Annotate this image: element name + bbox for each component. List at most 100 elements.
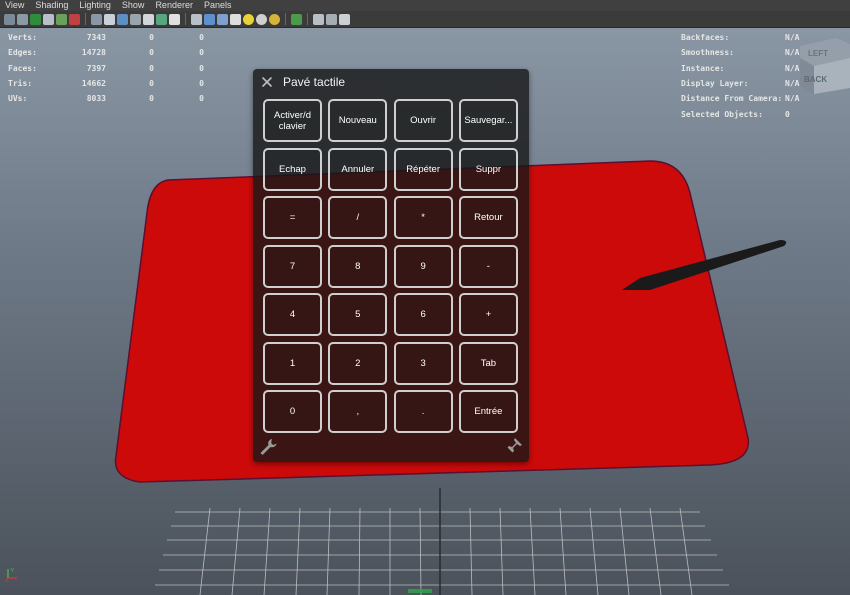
key-undo[interactable]: Annuler: [328, 147, 388, 191]
hud-backfaces-row: Backfaces: N/A: [681, 30, 799, 45]
key-plus[interactable]: +: [458, 293, 518, 336]
hud-label: Instance:: [681, 63, 725, 73]
lock-camera-icon[interactable]: [17, 13, 28, 25]
key-save[interactable]: Sauvegar...: [458, 99, 518, 142]
bookmarks-icon[interactable]: [30, 13, 41, 25]
safe-action-icon[interactable]: [156, 13, 167, 25]
select-camera-icon[interactable]: [4, 13, 15, 25]
panel-title: Pavé tactile: [283, 75, 346, 89]
key-3[interactable]: 3: [393, 341, 453, 385]
2d-pan-zoom-icon[interactable]: [56, 13, 67, 25]
wrench-icon[interactable]: [258, 437, 278, 457]
key-9[interactable]: 9: [393, 244, 453, 288]
hud-edges-row: Edges: 14728 0 0: [8, 45, 204, 60]
isolate-select-icon[interactable]: [291, 13, 302, 25]
toolbar-divider: [85, 13, 86, 25]
hud-label: Verts:: [8, 33, 37, 43]
key-escape[interactable]: Echap: [263, 147, 322, 191]
hud-label: Faces:: [8, 63, 37, 73]
xray-joints-icon[interactable]: [326, 13, 337, 25]
grid-icon[interactable]: [91, 13, 102, 25]
key-2[interactable]: 2: [328, 341, 388, 385]
hud-tris-row: Tris: 14662 0 0: [8, 76, 204, 91]
menu-renderer[interactable]: Renderer: [150, 0, 199, 11]
key-minus[interactable]: -: [458, 244, 518, 288]
toolbar-divider: [285, 13, 286, 25]
hud-value: 14728: [81, 48, 106, 58]
view-cube-front-label: BACK: [804, 75, 827, 84]
hud-value: 0: [199, 63, 204, 73]
key-6[interactable]: 6: [393, 293, 453, 336]
hud-instance-row: Instance: N/A: [681, 61, 799, 76]
key-divide[interactable]: /: [328, 196, 388, 239]
origin-marker: [408, 589, 432, 593]
hud-value: 0: [149, 63, 154, 73]
keypad: Activer/d clavier Nouveau Ouvrir Sauvega…: [263, 99, 519, 433]
hud-label: Display Layer:: [681, 79, 749, 89]
view-cube[interactable]: LEFT BACK: [796, 36, 850, 94]
close-icon[interactable]: [261, 76, 273, 88]
panel-header[interactable]: Pavé tactile: [253, 69, 529, 95]
key-redo[interactable]: Répéter: [393, 147, 453, 191]
resolution-gate-icon[interactable]: [117, 13, 128, 25]
hud-value: 0: [199, 79, 204, 89]
key-new[interactable]: Nouveau: [328, 99, 388, 142]
key-4[interactable]: 4: [263, 293, 322, 336]
key-0[interactable]: 0: [263, 390, 322, 433]
key-delete[interactable]: Suppr: [458, 147, 518, 191]
film-gate-icon[interactable]: [104, 13, 115, 25]
key-5[interactable]: 5: [328, 293, 388, 336]
toolbar-divider: [185, 13, 186, 25]
gate-mask-icon[interactable]: [130, 13, 141, 25]
ground-grid: [155, 488, 729, 595]
poly-count-hud: Verts: 7343 0 0 Edges: 14728 0 0 Faces: …: [8, 30, 204, 106]
toolbar-divider: [307, 13, 308, 25]
object-details-hud: Backfaces: N/A Smoothness: N/A Instance:…: [681, 30, 799, 122]
key-equals[interactable]: =: [263, 196, 322, 239]
hud-label: Backfaces:: [681, 33, 730, 43]
menu-show[interactable]: Show: [117, 0, 151, 11]
key-tab[interactable]: Tab: [458, 341, 518, 385]
menu-panels[interactable]: Panels: [199, 0, 238, 11]
key-comma[interactable]: ,: [328, 390, 388, 433]
hud-value: 7397: [86, 63, 106, 73]
pin-icon[interactable]: [505, 437, 523, 455]
ambient-occlusion-icon[interactable]: [269, 13, 280, 25]
view-cube-top-label: LEFT: [808, 49, 828, 58]
wireframe-icon[interactable]: [191, 13, 202, 25]
hud-distance-row: Distance From Camera: N/A: [681, 91, 799, 106]
hud-display-layer-row: Display Layer: N/A: [681, 76, 799, 91]
key-7[interactable]: 7: [263, 244, 322, 288]
hud-value: 0: [149, 33, 154, 43]
hud-value: 0: [199, 94, 204, 104]
menu-shading[interactable]: Shading: [30, 0, 74, 11]
menu-view[interactable]: View: [0, 0, 30, 11]
grease-pencil-icon[interactable]: [69, 13, 80, 25]
key-multiply[interactable]: *: [393, 196, 453, 239]
hud-faces-row: Faces: 7397 0 0: [8, 61, 204, 76]
key-1[interactable]: 1: [263, 341, 322, 385]
key-8[interactable]: 8: [328, 244, 388, 288]
textured-icon[interactable]: [230, 13, 241, 25]
wireframe-on-shaded-icon[interactable]: [217, 13, 228, 25]
menu-lighting[interactable]: Lighting: [74, 0, 117, 11]
xray-active-components-icon[interactable]: [339, 13, 350, 25]
hud-label: Selected Objects:: [681, 109, 763, 119]
safe-title-icon[interactable]: [169, 13, 180, 25]
lights-icon[interactable]: [243, 13, 254, 25]
xray-icon[interactable]: [313, 13, 324, 25]
key-enter[interactable]: Entrée: [458, 390, 518, 433]
key-period[interactable]: .: [393, 390, 453, 433]
key-toggle-keyboard[interactable]: Activer/d clavier: [263, 99, 322, 142]
image-plane-icon[interactable]: [43, 13, 54, 25]
key-open[interactable]: Ouvrir: [393, 99, 453, 142]
hud-label: Tris:: [8, 79, 33, 89]
shadows-icon[interactable]: [256, 13, 267, 25]
field-chart-icon[interactable]: [143, 13, 154, 25]
key-backspace[interactable]: Retour: [458, 196, 518, 239]
smooth-shade-icon[interactable]: [204, 13, 215, 25]
axis-y-label: Y: [10, 568, 15, 574]
hud-value: 0: [149, 48, 154, 58]
hud-selected-row: Selected Objects: 0: [681, 106, 799, 121]
hud-smoothness-row: Smoothness: N/A: [681, 45, 799, 60]
